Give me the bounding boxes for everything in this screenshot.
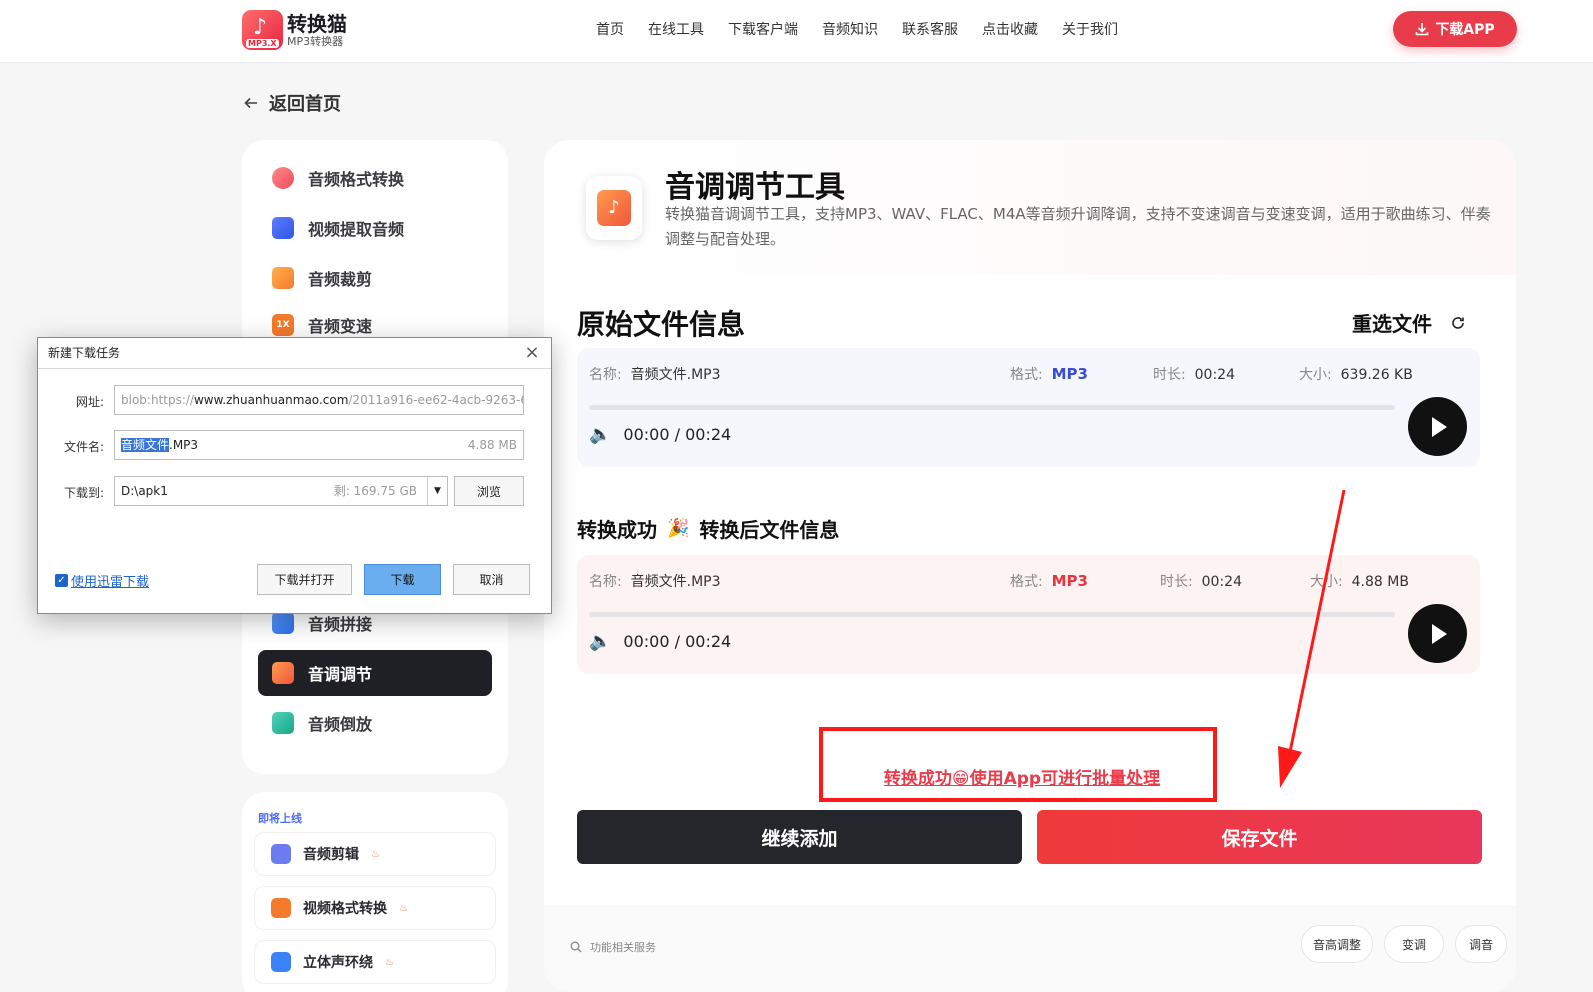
coming-soon-surround[interactable]: 立体声环绕 ♨ [254,940,496,984]
save-file-button[interactable]: 保存文件 [1037,810,1482,864]
logo-badge: MP3.X [246,39,279,48]
fire-icon: ♨ [371,848,380,860]
sidebar-item-audio-reverse[interactable]: 音频倒放 [258,700,492,746]
search-icon [570,941,582,953]
cancel-button[interactable]: 取消 [453,564,530,595]
tool-description: 转换猫音调调节工具，支持MP3、WAV、FLAC、M4A等音频升调降调，支持不变… [665,205,1491,248]
original-play-button[interactable] [1408,397,1467,456]
logo-name: 转换猫 [287,11,347,36]
converted-progress-bar[interactable] [589,612,1395,617]
video-convert-icon [271,898,291,918]
nav-audio-knowledge[interactable]: 音频知识 [822,19,878,39]
pill-transpose[interactable]: 变调 [1384,925,1444,963]
pill-tuning[interactable]: 调音 [1455,925,1507,963]
pitch-icon [272,662,294,684]
merge-icon [272,612,294,634]
related-services-label: 功能相关服务 [590,941,656,954]
fire-icon: ♨ [385,956,394,968]
nav-bookmark[interactable]: 点击收藏 [982,19,1038,39]
nav-home[interactable]: 首页 [596,19,624,39]
converted-file-card: 名称: 音频文件.MP3 格式: MP3 时长: 00:24 大小: 4.88 … [577,555,1480,674]
volume-icon[interactable]: 🔈 [589,631,611,652]
nav-about[interactable]: 关于我们 [1062,19,1118,39]
converted-time: 00:00 / 00:24 [623,632,732,651]
reverse-icon [272,712,294,734]
download-icon [1416,23,1429,36]
url-label: 网址: [75,395,104,409]
saveto-label: 下载到: [63,486,104,500]
audio-cut-icon [272,267,294,289]
converted-size: 4.88 MB [1351,574,1409,590]
logo-icon: ♪ MP3.X [242,10,283,50]
logo-subtitle: MP3转换器 [287,34,344,48]
format-convert-icon [272,167,294,189]
surround-icon [271,952,291,972]
refresh-icon [1452,316,1464,329]
free-space: 剩: 169.75 GB [333,484,417,498]
back-home-link[interactable]: 返回首页 [243,90,341,116]
download-button[interactable]: 下载 [364,564,441,595]
original-progress-bar[interactable] [589,405,1395,410]
tool-title: 音调调节工具 [665,170,845,205]
original-file-name: 音频文件.MP3 [630,367,721,383]
logo[interactable]: ♪ MP3.X 转换猫 MP3转换器 [242,10,347,50]
coming-soon-panel: 即将上线 音频剪辑 ♨ 视频格式转换 ♨ 立体声环绕 ♨ [242,792,508,992]
dialog-title: 新建下载任务 [38,338,551,369]
converted-file-name: 音频文件.MP3 [630,574,721,590]
filename-label: 文件名: [63,440,104,454]
sidebar-item-video-extract[interactable]: 视频提取音频 [258,205,492,251]
coming-soon-video-convert[interactable]: 视频格式转换 ♨ [254,886,496,930]
nav-download-client[interactable]: 下载客户端 [728,19,798,39]
sidebar-item-audio-cut[interactable]: 音频裁剪 [258,255,492,301]
related-services-bar: 功能相关服务 音高调整 变调 调音 [544,905,1516,992]
party-popper-icon: 🎉 [667,518,690,539]
grin-emoji-icon: 😁 [951,769,970,789]
close-icon[interactable]: × [523,344,541,362]
sidebar-item-pitch[interactable]: 音调调节 [258,650,492,696]
original-time: 00:00 / 00:24 [623,425,732,444]
arrow-left-icon [244,97,257,109]
browse-button[interactable]: 浏览 [454,476,524,506]
converted-format: MP3 [1051,572,1088,590]
converted-section-title: 转换成功 🎉 转换后文件信息 [577,518,840,542]
pitch-tool-icon: ♪ [586,176,642,240]
continue-add-button[interactable]: 继续添加 [577,810,1022,864]
original-section-title: 原始文件信息 [577,308,746,341]
tool-main-panel: ♪ 音调调节工具 转换猫音调调节工具，支持MP3、WAV、FLAC、M4A等音频… [544,140,1516,992]
url-field[interactable]: blob:https://www.zhuanhuanmao.com/2011a9… [114,385,524,415]
original-format: MP3 [1051,365,1088,383]
download-app-button[interactable]: 下载APP [1393,11,1517,47]
use-thunder-link[interactable]: ✓ 使用迅雷下载 [55,571,149,590]
filename-size: 4.88 MB [467,438,517,452]
original-duration: 00:24 [1194,367,1235,383]
video-extract-icon [272,217,294,239]
coming-soon-title: 即将上线 [258,812,302,825]
top-header: ♪ MP3.X 转换猫 MP3转换器 首页 在线工具 下载客户端 音频知识 联系… [0,0,1593,63]
fire-icon: ♨ [399,902,408,914]
nav-online-tools[interactable]: 在线工具 [648,19,704,39]
chevron-down-icon[interactable]: ▼ [427,477,447,505]
saveto-field[interactable]: D:\apk1 剩: 169.75 GB ▼ [114,476,448,506]
converted-duration: 00:24 [1201,574,1242,590]
main-nav: 首页 在线工具 下载客户端 音频知识 联系客服 点击收藏 关于我们 [596,19,1118,39]
sidebar-item-format-convert[interactable]: 音频格式转换 [258,155,492,201]
original-size: 639.26 KB [1340,367,1413,383]
new-download-task-dialog: 新建下载任务 × 网址: blob:https://www.zhuanhuanm… [37,337,552,614]
tool-hero: ♪ 音调调节工具 转换猫音调调节工具，支持MP3、WAV、FLAC、M4A等音频… [544,140,1516,275]
batch-app-promo-link[interactable]: 转换成功😁使用App可进行批量处理 [823,764,1221,789]
speed-icon: 1X [272,314,294,336]
filename-field[interactable]: 音频文件.MP3 4.88 MB [114,430,524,460]
reselect-file-button[interactable]: 重选文件 [1352,308,1466,337]
coming-soon-audio-edit[interactable]: 音频剪辑 ♨ [254,832,496,876]
pill-pitch-adjust[interactable]: 音高调整 [1301,925,1373,963]
volume-icon[interactable]: 🔈 [589,424,611,445]
promo-highlight-box: 转换成功😁使用App可进行批量处理 [819,727,1217,802]
converted-play-button[interactable] [1408,604,1467,663]
checkbox-checked-icon[interactable]: ✓ [55,574,68,587]
nav-contact-support[interactable]: 联系客服 [902,19,958,39]
download-and-open-button[interactable]: 下载并打开 [257,564,352,595]
original-file-card: 名称: 音频文件.MP3 格式: MP3 时长: 00:24 大小: 639.2… [577,348,1480,467]
scissors-icon [271,844,291,864]
